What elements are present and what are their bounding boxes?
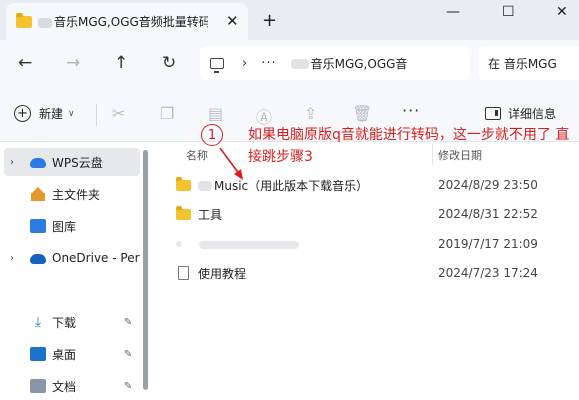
- address-bar[interactable]: › ··· 音乐MGG,OGG音: [200, 46, 470, 80]
- sidebar-item-label: 文档: [52, 379, 77, 394]
- file-date: 2024/8/31 22:52: [438, 207, 538, 221]
- annotation-note: 如果电脑原版q音就能进行转码，这一步就不用了 直接跳步骤3: [248, 127, 570, 165]
- details-pane-button[interactable]: 详细信息: [485, 105, 556, 122]
- onedrive-icon: [30, 254, 46, 264]
- forward-button[interactable]: →: [66, 53, 80, 73]
- breadcrumb-overflow[interactable]: ···: [261, 56, 276, 71]
- folder-icon: [176, 176, 191, 191]
- back-button[interactable]: ←: [18, 53, 32, 73]
- pin-icon[interactable]: ✎: [124, 381, 132, 392]
- sidebar-item-wps-cloud[interactable]: › WPS云盘: [4, 148, 140, 176]
- file-row[interactable]: 使用教程 2024/7/23 17:24: [176, 260, 579, 286]
- column-header-name[interactable]: 名称: [186, 147, 208, 163]
- maximize-button[interactable]: ☐: [502, 4, 515, 20]
- new-tab-button[interactable]: +: [262, 10, 277, 31]
- redacted-mark: [199, 240, 299, 249]
- sidebar-item-label: 下载: [52, 315, 77, 330]
- computer-icon: [210, 57, 224, 73]
- tab-close-icon[interactable]: ✕: [226, 12, 239, 30]
- sidebar-item-gallery[interactable]: 图库: [0, 212, 143, 240]
- file-row[interactable]: 2019/7/17 21:09: [176, 231, 579, 257]
- file-date: 2019/7/17 21:09: [438, 237, 538, 251]
- details-icon: [485, 107, 501, 120]
- toolbar-divider: [96, 104, 97, 126]
- cut-icon[interactable]: ✂: [112, 104, 125, 123]
- file-date: 2024/7/23 17:24: [438, 266, 538, 280]
- download-icon: ⤓: [34, 314, 42, 330]
- search-input[interactable]: 在 音乐MGG: [478, 46, 579, 80]
- new-button[interactable]: + 新建 ∨: [14, 105, 75, 122]
- sidebar-item-documents[interactable]: 文档 ✎: [0, 372, 143, 400]
- up-button[interactable]: ↑: [114, 53, 128, 73]
- sidebar-item-desktop[interactable]: 桌面 ✎: [0, 340, 143, 368]
- search-placeholder: 在 音乐MGG: [488, 56, 557, 71]
- share-icon[interactable]: ⇪: [304, 104, 317, 123]
- file-name: 使用教程: [198, 266, 247, 281]
- new-label: 新建: [39, 107, 64, 121]
- file-icon: [176, 241, 182, 247]
- chevron-right-icon[interactable]: ›: [242, 56, 247, 71]
- explorer-tab[interactable]: 音乐MGG,OGG音频批量转码 ✕: [6, 3, 248, 40]
- sidebar-item-home[interactable]: 主文件夹: [0, 180, 143, 208]
- plus-icon: +: [14, 105, 31, 122]
- sidebar-item-label: 图库: [52, 219, 77, 234]
- close-window-button[interactable]: ✕: [556, 4, 568, 20]
- document-icon: [30, 379, 46, 393]
- address-row: ← → ↑ ↻ › ··· 音乐MGG,OGG音 在 音乐MGG: [0, 40, 579, 88]
- paste-icon[interactable]: ▤: [208, 104, 223, 123]
- file-date: 2024/8/29 23:50: [438, 178, 538, 192]
- home-icon: [30, 187, 46, 201]
- redacted-mark: [38, 17, 52, 28]
- sidebar-item-label: OneDrive - Per: [52, 251, 140, 265]
- pin-icon[interactable]: ✎: [124, 317, 132, 328]
- file-row[interactable]: 工具 2024/8/31 22:52: [176, 201, 579, 227]
- sidebar-scrollbar[interactable]: [143, 150, 148, 390]
- navigation-pane: › WPS云盘 主文件夹 图库 › OneDrive - Per ⤓ 下载 ✎ …: [0, 142, 148, 400]
- tab-title: 音乐MGG,OGG音频批量转码: [54, 15, 208, 29]
- folder-icon: [176, 205, 191, 220]
- folder-icon: [16, 12, 32, 28]
- address-path: 音乐MGG,OGG音: [310, 56, 408, 71]
- redacted-mark: [198, 181, 212, 191]
- document-icon: [178, 266, 189, 280]
- details-label: 详细信息: [508, 107, 557, 121]
- minimize-button[interactable]: —: [446, 4, 460, 20]
- file-row[interactable]: Music（用此版本下载音乐） 2024/8/29 23:50: [176, 172, 579, 198]
- more-options-button[interactable]: ···: [402, 101, 420, 120]
- chevron-down-icon: ∨: [68, 108, 75, 119]
- file-name: Music（用此版本下载音乐）: [214, 178, 369, 193]
- sidebar-item-label: 桌面: [52, 347, 77, 362]
- annotation-step-number: 1: [201, 124, 223, 146]
- sidebar-item-label: 主文件夹: [52, 187, 101, 202]
- sidebar-item-label: WPS云盘: [52, 155, 103, 170]
- redacted-mark: [290, 59, 309, 69]
- gallery-icon: [30, 219, 46, 233]
- delete-icon[interactable]: 🗑: [352, 104, 372, 123]
- sidebar-item-onedrive[interactable]: › OneDrive - Per: [0, 244, 143, 272]
- desktop-icon: [30, 347, 46, 361]
- refresh-button[interactable]: ↻: [162, 53, 176, 73]
- cloud-icon: [30, 158, 46, 168]
- pin-icon[interactable]: ✎: [124, 349, 132, 360]
- expand-chevron-icon[interactable]: ›: [10, 157, 24, 168]
- sidebar-item-downloads[interactable]: ⤓ 下载 ✎: [0, 308, 143, 336]
- title-bar: 音乐MGG,OGG音频批量转码 ✕ + — ☐ ✕: [0, 0, 579, 40]
- file-name: 工具: [198, 207, 223, 222]
- expand-chevron-icon[interactable]: ›: [10, 253, 24, 264]
- copy-icon[interactable]: ❐: [160, 104, 174, 123]
